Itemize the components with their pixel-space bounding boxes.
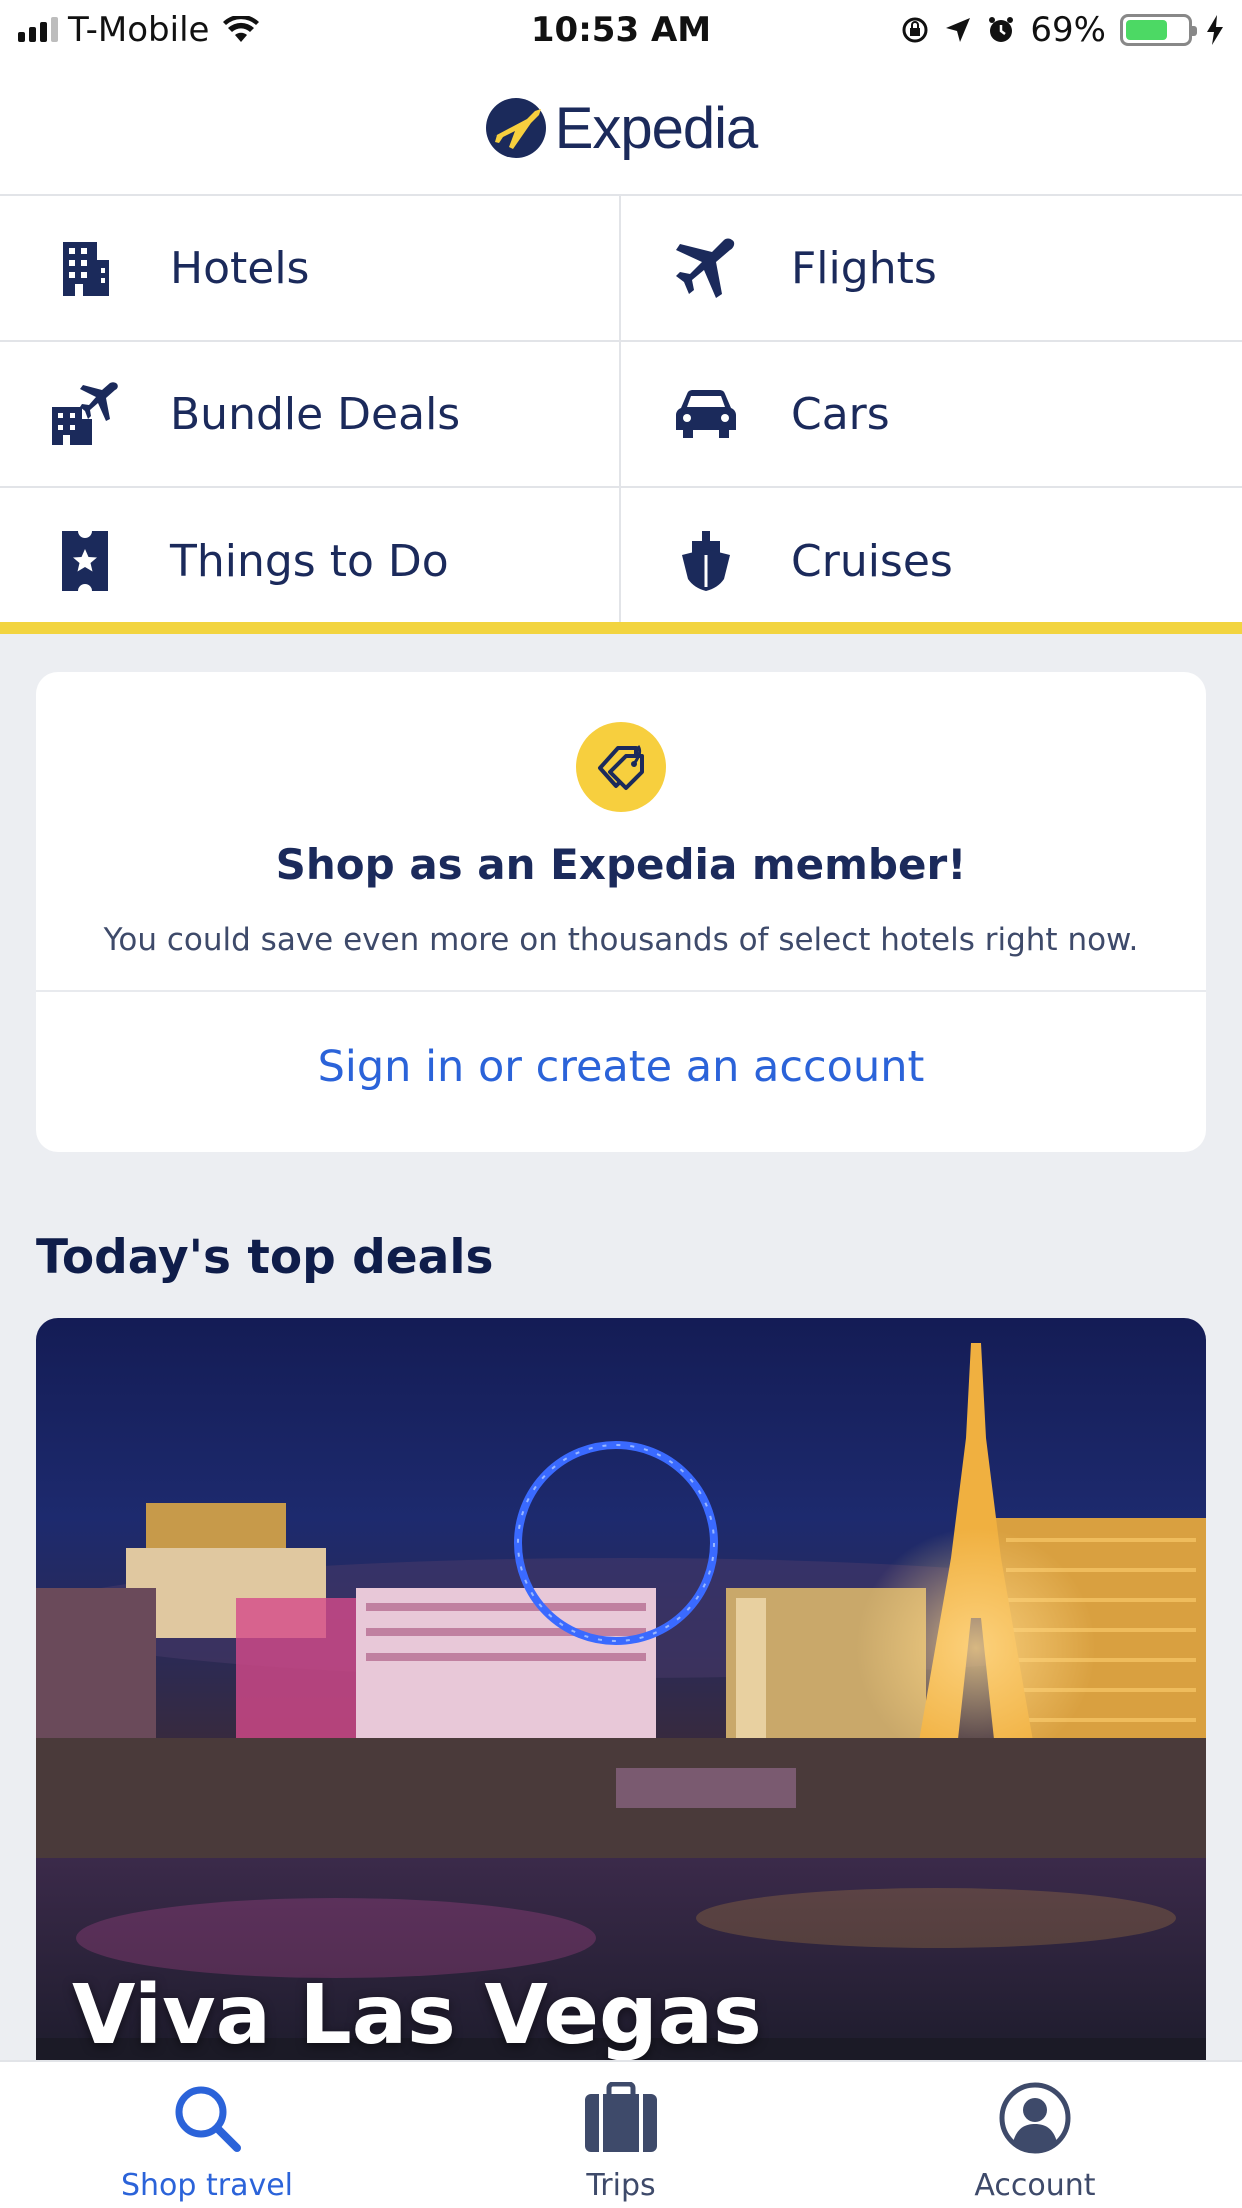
ticket-icon bbox=[50, 526, 120, 596]
tab-account[interactable]: Account bbox=[828, 2062, 1242, 2208]
member-promo-card: Shop as an Expedia member! You could sav… bbox=[36, 672, 1206, 1152]
tab-label: Shop travel bbox=[120, 2168, 294, 2203]
category-label: Cars bbox=[791, 388, 890, 440]
search-icon bbox=[165, 2076, 249, 2160]
suitcase-icon bbox=[579, 2076, 663, 2160]
expedia-logo: Expedia bbox=[485, 95, 758, 162]
expedia-logo-icon bbox=[485, 98, 546, 158]
location-icon bbox=[946, 18, 971, 42]
alarm-icon bbox=[989, 17, 1014, 42]
airplane-icon bbox=[671, 233, 741, 303]
category-bundle-deals[interactable]: Bundle Deals bbox=[0, 342, 621, 488]
account-icon bbox=[993, 2076, 1077, 2160]
sign-in-link[interactable]: Sign in or create an account bbox=[36, 1042, 1206, 1092]
app-header: Expedia bbox=[0, 62, 1242, 196]
category-label: Hotels bbox=[170, 242, 310, 294]
category-flights[interactable]: Flights bbox=[621, 196, 1242, 342]
category-grid: Hotels Flights Bundle Deals Cars Things … bbox=[0, 196, 1242, 634]
hotel-building-icon bbox=[50, 233, 120, 303]
category-label: Flights bbox=[791, 242, 937, 294]
category-label: Bundle Deals bbox=[170, 388, 461, 440]
status-bar: T-Mobile 10:53 AM 69% bbox=[0, 0, 1242, 62]
tab-trips[interactable]: Trips bbox=[414, 2062, 828, 2208]
cruise-ship-icon bbox=[671, 526, 741, 596]
category-hotels[interactable]: Hotels bbox=[0, 196, 621, 342]
logo-wordmark: Expedia bbox=[554, 95, 759, 161]
charging-icon bbox=[1207, 15, 1223, 45]
category-things-to-do[interactable]: Things to Do bbox=[0, 488, 621, 634]
deals-heading: Today's top deals bbox=[36, 1230, 494, 1285]
category-cars[interactable]: Cars bbox=[621, 342, 1242, 488]
car-icon bbox=[671, 379, 741, 449]
orientation-lock-icon bbox=[902, 17, 928, 43]
category-cruises[interactable]: Cruises bbox=[621, 488, 1242, 634]
battery-percent: 69% bbox=[1030, 10, 1106, 50]
category-label: Cruises bbox=[791, 535, 953, 587]
member-title: Shop as an Expedia member! bbox=[275, 840, 967, 889]
price-tag-icon bbox=[576, 722, 666, 812]
tab-label: Trips bbox=[586, 2168, 656, 2203]
divider bbox=[36, 990, 1206, 992]
member-subtitle: You could save even more on thousands of… bbox=[103, 922, 1139, 958]
category-accent-rule bbox=[0, 622, 1242, 634]
category-label: Things to Do bbox=[170, 535, 449, 587]
tab-bar: Shop travel Trips Account bbox=[0, 2060, 1242, 2208]
deal-title: Viva Las Vegas bbox=[72, 1968, 762, 2063]
tab-shop-travel[interactable]: Shop travel bbox=[0, 2062, 414, 2208]
bundle-icon bbox=[50, 379, 120, 449]
battery-icon bbox=[1120, 14, 1197, 46]
status-right: 69% bbox=[900, 10, 1224, 50]
deal-card-las-vegas[interactable]: Viva Las Vegas bbox=[36, 1318, 1206, 2118]
tab-label: Account bbox=[974, 2168, 1096, 2203]
